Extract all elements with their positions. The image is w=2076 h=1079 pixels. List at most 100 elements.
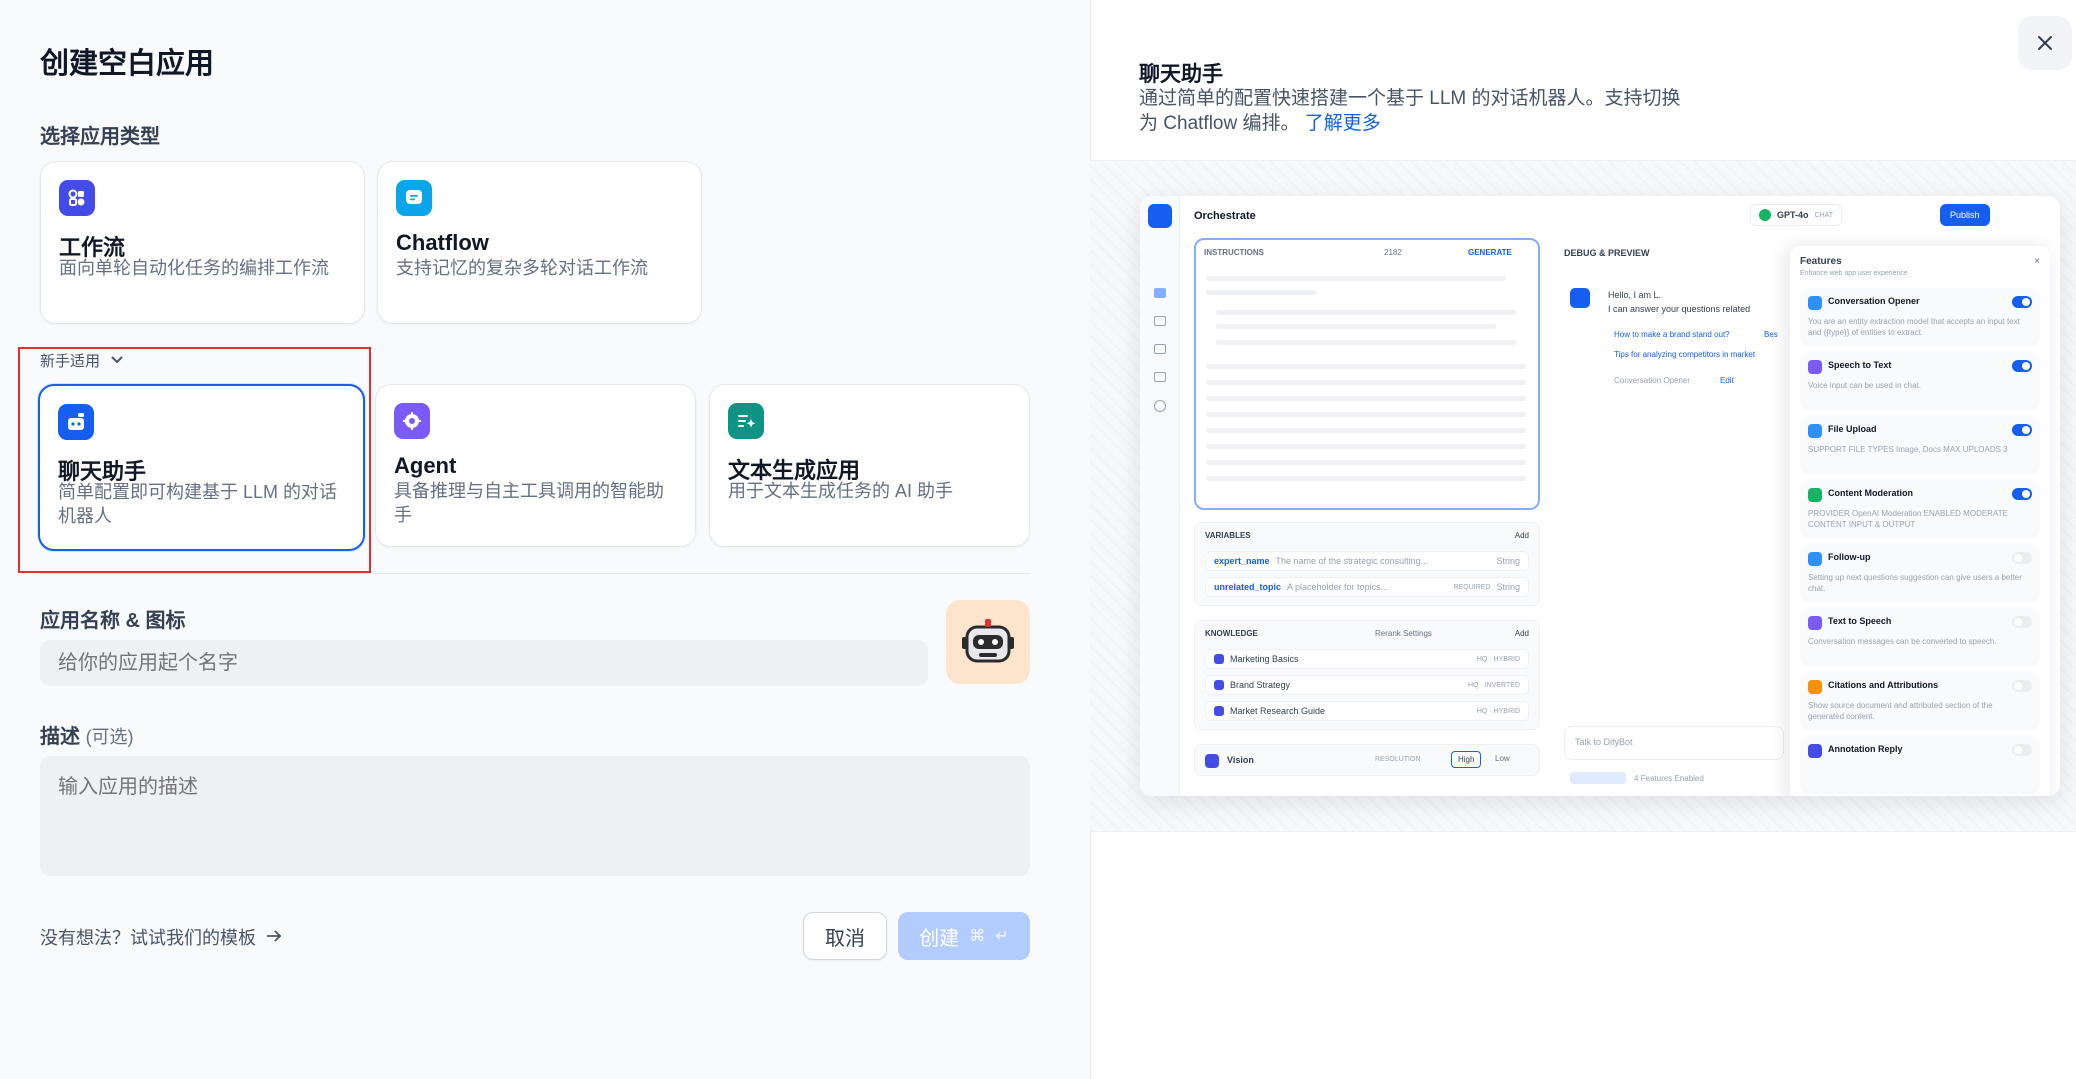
mock-model-name: GPT-4o bbox=[1777, 210, 1809, 220]
mock-feature-toggle bbox=[2012, 616, 2032, 628]
try-templates-link[interactable]: 没有想法？试试我们的模板 bbox=[40, 924, 282, 950]
mock-variables-panel: VARIABLES Add expert_name The name of th… bbox=[1194, 522, 1540, 606]
preview-description: 通过简单的配置快速搭建一个基于 LLM 的对话机器人。支持切换为 Chatflo… bbox=[1139, 86, 1699, 136]
mock-feature-name: Annotation Reply bbox=[1828, 744, 1903, 754]
mock-bot-icon bbox=[1148, 204, 1172, 228]
app-name-input[interactable] bbox=[40, 640, 928, 686]
app-icon-picker[interactable] bbox=[946, 600, 1030, 684]
mock-add: Add bbox=[1514, 629, 1529, 638]
app-type-agent-card[interactable]: Agent 具备推理与自主工具调用的智能助手 bbox=[375, 384, 696, 547]
description-label-text: 描述 bbox=[40, 726, 80, 748]
mock-knowledge-row: Market Research Guide HQ · HYBRID bbox=[1205, 701, 1529, 721]
mock-debug-label: DEBUG & PREVIEW bbox=[1564, 248, 1650, 258]
mock-feature-item: Speech to Text Voice input can be used in… bbox=[1800, 352, 2040, 410]
mock-feature-toggle bbox=[2012, 360, 2032, 372]
mock-features-panel: Features Enhance web app user experience… bbox=[1790, 246, 2050, 796]
mock-edit: Edit bbox=[1720, 376, 1734, 385]
card-desc: 简单配置即可构建基于 LLM 的对话机器人 bbox=[58, 482, 338, 526]
mock-feature-icon bbox=[1808, 680, 1822, 694]
mock-knowledge-label: KNOWLEDGE bbox=[1205, 629, 1258, 638]
card-desc: 面向单轮自动化任务的编排工作流 bbox=[59, 258, 329, 278]
divider bbox=[40, 573, 1030, 574]
mock-feature-icon bbox=[1808, 744, 1822, 758]
app-type-text-generation-card[interactable]: 文本生成应用 用于文本生成任务的 AI 助手 bbox=[709, 384, 1030, 547]
mock-nav-icon bbox=[1154, 400, 1166, 412]
description-label: 描述 (可选) bbox=[40, 720, 134, 749]
mock-feature-icons bbox=[1570, 772, 1626, 784]
optional-tag: (可选) bbox=[85, 727, 134, 747]
app-type-label: 选择应用类型 bbox=[40, 126, 160, 148]
mock-bot-avatar bbox=[1570, 288, 1590, 308]
app-type-chatflow-card[interactable]: Chatflow 支持记忆的复杂多轮对话工作流 bbox=[377, 161, 702, 324]
mock-knowledge-row: Brand Strategy HQ · INVERTED bbox=[1205, 675, 1529, 695]
mock-features-title: Features bbox=[1800, 256, 1842, 267]
mock-vision-panel: Vision RESOLUTION High Low bbox=[1194, 744, 1540, 776]
mock-feature-icon bbox=[1808, 488, 1822, 502]
mock-feature-toggle bbox=[2012, 296, 2032, 308]
mock-nav-icon bbox=[1154, 344, 1166, 354]
preview-title: 聊天助手 bbox=[1139, 63, 1223, 86]
mock-hello: Hello, I am L. bbox=[1608, 290, 1662, 300]
card-title: Agent bbox=[394, 453, 457, 478]
mock-feature-name: Follow-up bbox=[1828, 552, 1871, 562]
mock-opener: Conversation Opener bbox=[1614, 376, 1691, 385]
mock-hello2: I can answer your questions related bbox=[1608, 304, 1751, 314]
card-desc: 用于文本生成任务的 AI 助手 bbox=[728, 481, 954, 501]
mock-variable-row: unrelated_topic A placeholder for topics… bbox=[1205, 577, 1529, 597]
mock-feature-item: Annotation Reply bbox=[1800, 736, 2040, 794]
mock-features-sub: Enhance web app user experience bbox=[1800, 270, 1908, 277]
mock-close-icon: × bbox=[2034, 256, 2040, 267]
mock-model-icon bbox=[1759, 209, 1771, 221]
mock-features-enabled: 4 Features Enabled bbox=[1634, 774, 1704, 783]
mock-feature-name: Text to Speech bbox=[1828, 616, 1892, 626]
app-type-chat-assistant-card[interactable]: 聊天助手 简单配置即可构建基于 LLM 的对话机器人 bbox=[38, 384, 365, 551]
mock-instructions-label: INSTRUCTIONS bbox=[1204, 248, 1264, 257]
mock-feature-toggle bbox=[2012, 680, 2032, 692]
mock-sidebar bbox=[1140, 196, 1180, 796]
mock-feature-name: Content Moderation bbox=[1828, 488, 1913, 498]
mock-feature-name: Speech to Text bbox=[1828, 360, 1892, 370]
agent-icon bbox=[394, 403, 430, 439]
app-type-workflow-card[interactable]: 工作流 面向单轮自动化任务的编排工作流 bbox=[40, 161, 365, 324]
mock-feature-desc: SUPPORT FILE TYPES Image, Docs MAX UPLOA… bbox=[1808, 445, 2008, 454]
cancel-button[interactable]: 取消 bbox=[803, 912, 887, 960]
app-name-label: 应用名称 & 图标 bbox=[40, 610, 186, 632]
close-icon bbox=[2038, 36, 2052, 50]
mock-add: Add bbox=[1514, 531, 1529, 540]
create-button[interactable]: 创建 ⌘ ↵ bbox=[898, 912, 1030, 960]
card-desc: 具备推理与自主工具调用的智能助手 bbox=[394, 481, 664, 525]
mock-suggest-1: How to make a brand stand out? bbox=[1614, 330, 1730, 339]
mock-instructions-box: INSTRUCTIONS 2182 GENERATE bbox=[1194, 238, 1540, 510]
card-title: Chatflow bbox=[396, 230, 489, 255]
enter-key-icon: ↵ bbox=[995, 928, 1009, 945]
card-desc: 支持记忆的复杂多轮对话工作流 bbox=[396, 258, 648, 278]
create-app-form: 创建空白应用 选择应用类型 工作流 面向单轮自动化任务的编排工作流 Chatfl… bbox=[0, 0, 1090, 1079]
description-textarea[interactable] bbox=[40, 756, 1030, 876]
mock-publish-button: Publish bbox=[1940, 204, 1990, 226]
mock-feature-toggle bbox=[2012, 488, 2032, 500]
mock-feature-toggle bbox=[2012, 552, 2032, 564]
preview-screenshot: Orchestrate GPT-4o CHAT Publish INSTRUCT… bbox=[1140, 196, 2060, 796]
mock-feature-desc: PROVIDER OpenAI Moderation ENABLED MODER… bbox=[1808, 509, 2008, 529]
mock-feature-icon bbox=[1808, 360, 1822, 374]
mock-feature-item: Text to Speech Conversation messages can … bbox=[1800, 608, 2040, 666]
mock-feature-desc: Show source document and attributed sect… bbox=[1808, 701, 1993, 721]
mock-nav-icon bbox=[1154, 316, 1166, 326]
mock-suggest-2: Tips for analyzing competitors in market bbox=[1614, 350, 1756, 359]
mock-feature-name: File Upload bbox=[1828, 424, 1877, 434]
mock-model-tag: CHAT bbox=[1814, 211, 1834, 219]
mock-suggest-1b: Bes bbox=[1764, 330, 1778, 339]
mock-knowledge-panel: KNOWLEDGE Rerank Settings Add Marketing … bbox=[1194, 620, 1540, 730]
mock-feature-desc: Voice input can be used in chat. bbox=[1808, 381, 1921, 390]
mock-feature-name: Conversation Opener bbox=[1828, 296, 1920, 306]
close-button[interactable] bbox=[2018, 16, 2072, 70]
mock-feature-icon bbox=[1808, 616, 1822, 630]
learn-more-link[interactable]: 了解更多 bbox=[1305, 113, 1381, 134]
mock-feature-desc: You are an entity extraction model that … bbox=[1808, 317, 2020, 337]
try-templates-text: 没有想法？试试我们的模板 bbox=[40, 928, 256, 948]
mock-feature-desc: Setting up next questions suggestion can… bbox=[1808, 573, 2022, 593]
robot-avatar-icon bbox=[962, 619, 1014, 663]
mock-rerank: Rerank Settings bbox=[1375, 629, 1432, 638]
mock-instr-count: 2182 bbox=[1384, 248, 1402, 257]
mock-variables-label: VARIABLES bbox=[1205, 531, 1251, 540]
